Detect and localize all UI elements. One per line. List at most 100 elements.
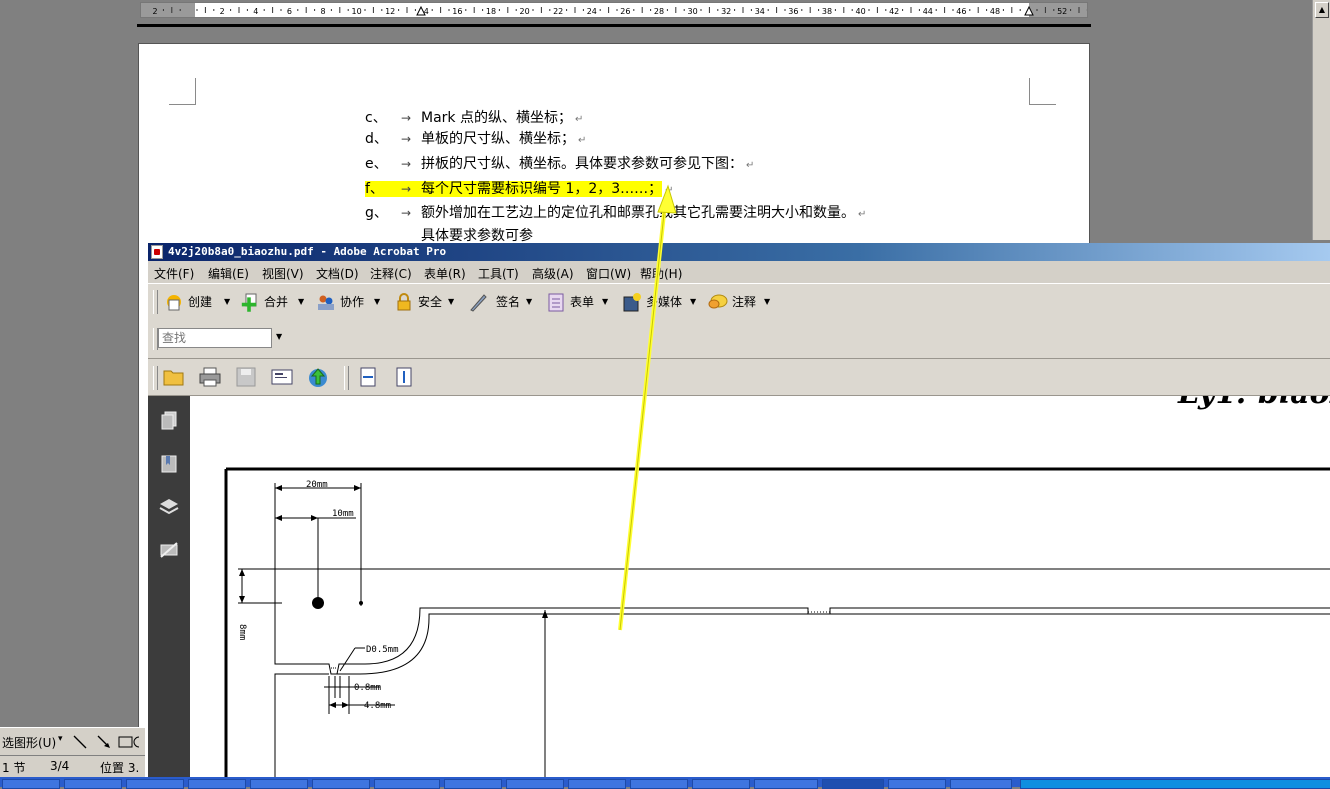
menu-view[interactable]: 视图(V) — [262, 265, 304, 282]
menu-comments[interactable]: 注释(C) — [370, 265, 412, 282]
navigation-panel — [148, 396, 190, 777]
taskbar-button[interactable] — [888, 779, 946, 789]
list-item-c[interactable]: c、 → Mark 点的纵、横坐标； ↵ — [365, 107, 583, 129]
list-label: d、 — [365, 131, 388, 147]
taskbar-button[interactable] — [374, 779, 440, 789]
taskbar-button[interactable] — [568, 779, 626, 789]
toolbar-grip[interactable] — [153, 290, 158, 314]
open-folder-icon[interactable] — [162, 366, 186, 388]
taskbar-button[interactable] — [64, 779, 122, 789]
taskbar-button[interactable] — [250, 779, 308, 789]
upload-icon[interactable] — [306, 366, 330, 388]
chevron-down-icon[interactable]: ▼ — [276, 332, 282, 341]
list-item-g[interactable]: g、 → 额外增加在工艺边上的定位孔和邮票孔或其它孔需要注明大小和数量。 ↵ — [365, 202, 866, 224]
ruler-number: 30 — [688, 7, 698, 16]
menu-file[interactable]: 文件(F) — [154, 265, 194, 282]
sign-button[interactable]: 签名 ▼ — [468, 291, 534, 313]
fit-width-icon[interactable] — [356, 366, 380, 388]
acrobat-title-bar[interactable]: 4v2j20b8a0_biaozhu.pdf - Adobe Acrobat P… — [148, 243, 1330, 261]
chevron-down-icon: ▼ — [298, 297, 305, 306]
word-status-bar: 1 节 3/4 位置 3. — [0, 755, 145, 778]
ruler-number: 26 — [620, 7, 630, 16]
create-label: 创建 — [188, 295, 213, 309]
list-item-d[interactable]: d、 → 单板的尺寸纵、横坐标； ↵ — [365, 128, 586, 150]
layers-icon[interactable] — [158, 496, 180, 518]
create-button[interactable]: 创建 ▼ — [164, 291, 230, 313]
ruler-number: 44 — [923, 7, 933, 16]
taskbar-button[interactable] — [444, 779, 502, 789]
chevron-down-icon[interactable]: ▾ — [58, 734, 63, 744]
acrobat-window[interactable]: 4v2j20b8a0_biaozhu.pdf - Adobe Acrobat P… — [147, 243, 1330, 777]
find-input[interactable] — [158, 328, 272, 348]
paragraph-mark-icon: ↵ — [665, 185, 674, 196]
menu-advanced[interactable]: 高级(A) — [532, 265, 574, 282]
tab-arrow-icon: → — [401, 206, 412, 220]
combine-button[interactable]: 合并 ▼ — [240, 291, 304, 313]
list-label: e、 — [365, 156, 388, 172]
taskbar-button[interactable] — [754, 779, 818, 789]
find-toolbar: ▼ — [148, 320, 1330, 359]
taskbar-button[interactable] — [312, 779, 370, 789]
menu-forms[interactable]: 表单(R) — [424, 265, 466, 282]
menu-edit[interactable]: 编辑(E) — [208, 265, 249, 282]
menu-help[interactable]: 帮助(H) — [640, 265, 682, 282]
taskbar-button[interactable] — [2, 779, 60, 789]
right-indent-marker-icon — [1024, 5, 1034, 16]
ruler-number: 2 — [220, 7, 225, 16]
chevron-down-icon: ▼ — [602, 297, 609, 306]
email-icon[interactable] — [270, 366, 294, 388]
print-icon[interactable] — [198, 366, 222, 388]
chevron-down-icon: ▼ — [448, 297, 455, 306]
menu-tools[interactable]: 工具(T) — [478, 265, 519, 282]
list-text: 额外增加在工艺边上的定位孔和邮票孔或其它孔需要注明大小和数量。 — [421, 205, 855, 221]
list-text: 每个尺寸需要标识编号 1，2，3……； — [421, 181, 663, 197]
save-icon[interactable] — [234, 366, 258, 388]
collaborate-icon — [318, 295, 334, 310]
multimedia-button[interactable]: 多媒体 ▼ — [622, 291, 700, 313]
ruler-number: 38 — [822, 7, 832, 16]
horizontal-ruler[interactable]: 2246810121416182022242628303234363840424… — [140, 2, 1088, 18]
chevron-down-icon: ▼ — [690, 297, 697, 306]
comment-button[interactable]: 注释 ▼ — [708, 291, 774, 313]
system-tray — [1020, 779, 1330, 789]
signatures-icon[interactable] — [158, 539, 180, 561]
taskbar-button[interactable] — [188, 779, 246, 789]
collaborate-button[interactable]: 协作 ▼ — [316, 291, 380, 313]
pages-icon[interactable] — [158, 410, 180, 432]
taskbar-button[interactable] — [126, 779, 184, 789]
list-text: 拼板的尺寸纵、横坐标。具体要求参数可参见下图： — [421, 156, 743, 172]
ruler-scale: 2246810121416182022242628303234363840424… — [152, 5, 1087, 16]
pdf-document-view[interactable]: Ly1: biaoz — [190, 396, 1330, 777]
security-button[interactable]: 安全 ▼ — [394, 291, 458, 313]
taskbar-button[interactable] — [506, 779, 564, 789]
ruler-number: 2 — [152, 7, 157, 16]
taskbar-button[interactable] — [950, 779, 1012, 789]
taskbar-button[interactable] — [630, 779, 688, 789]
status-pages: 3/4 — [50, 759, 70, 773]
ruler-number: 24 — [587, 7, 597, 16]
taskbar-button-active[interactable] — [822, 779, 884, 789]
window-title: 4v2j20b8a0_biaozhu.pdf - Adobe Acrobat P… — [168, 245, 447, 258]
dim-0-8mm: 0.8mm — [354, 683, 381, 693]
ruler-number: 22 — [553, 7, 563, 16]
forms-button[interactable]: 表单 ▼ — [546, 291, 612, 313]
scroll-up-icon[interactable]: ▲ — [1315, 2, 1329, 18]
security-label: 安全 — [418, 295, 443, 309]
tab-arrow-icon: → — [401, 182, 412, 196]
list-text: Mark 点的纵、横坐标； — [421, 110, 572, 126]
menu-document[interactable]: 文档(D) — [316, 265, 359, 282]
status-position: 位置 3. — [100, 761, 140, 775]
toolbar-grip[interactable] — [153, 366, 158, 390]
taskbar-button[interactable] — [692, 779, 750, 789]
menu-window[interactable]: 窗口(W) — [586, 265, 631, 282]
list-item-e[interactable]: e、 → 拼板的尺寸纵、横坐标。具体要求参数可参见下图： ↵ — [365, 153, 754, 175]
bookmarks-icon[interactable] — [158, 453, 180, 475]
fit-page-icon[interactable] — [392, 366, 416, 388]
list-item-f-highlighted[interactable]: f、 → 每个尺寸需要标识编号 1，2，3……； ↵ — [365, 178, 674, 200]
list-label: c、 — [365, 110, 387, 126]
list-text: 具体要求参数可参 — [421, 228, 533, 244]
vertical-scrollbar[interactable]: ▲ — [1312, 0, 1330, 240]
ruler-number: 6 — [287, 7, 292, 16]
ruler-number: 34 — [755, 7, 765, 16]
select-shapes-menu[interactable]: 选图形(U) — [2, 734, 56, 751]
